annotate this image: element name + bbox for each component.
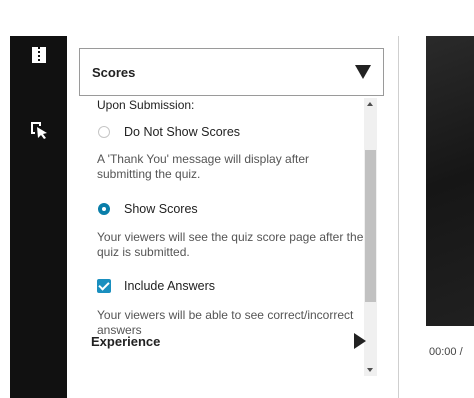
option-description: Your viewers will see the quiz score pag… [97, 230, 364, 259]
collapse-triangle-icon[interactable] [355, 65, 371, 79]
experience-section-title: Experience [91, 334, 161, 349]
option-do-not-show-scores[interactable]: Do Not Show Scores [97, 123, 240, 141]
quiz-settings-panel: Scores Upon Submission: Do Not Show Scor… [67, 36, 399, 398]
radio-show-scores[interactable] [98, 203, 110, 215]
include-answers-checkbox[interactable] [97, 279, 111, 293]
option-description: A 'Thank You' message will display after… [97, 152, 310, 181]
video-time: 00:00 / [429, 346, 463, 358]
scores-section-header[interactable]: Scores [79, 48, 384, 96]
video-player[interactable] [426, 36, 474, 326]
scroll-up-icon[interactable] [367, 102, 373, 106]
split-view-icon[interactable] [10, 46, 67, 64]
scores-section-title: Scores [92, 65, 136, 80]
expand-triangle-icon[interactable] [354, 333, 366, 349]
cursor-select-icon[interactable] [10, 120, 67, 140]
left-toolbar [10, 36, 67, 398]
include-answers-row[interactable]: Include Answers [97, 277, 215, 295]
option-label: Do Not Show Scores [124, 125, 241, 139]
include-answers-label: Include Answers [124, 279, 216, 293]
radio-do-not-show-scores[interactable] [98, 126, 110, 138]
option-label: Show Scores [124, 202, 198, 216]
scroll-down-icon[interactable] [367, 368, 373, 372]
scrollbar-thumb[interactable] [365, 150, 376, 302]
option-show-scores[interactable]: Show Scores [97, 200, 198, 218]
submission-subheading: Upon Submission: [97, 98, 195, 112]
experience-section-header[interactable]: Experience [79, 320, 384, 360]
